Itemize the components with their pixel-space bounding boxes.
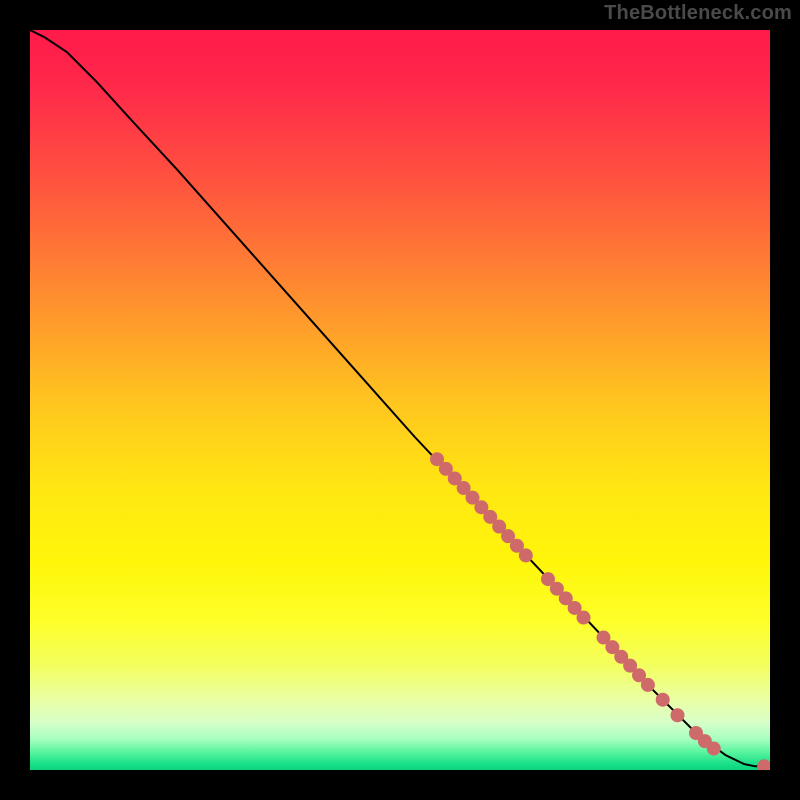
gradient-background	[30, 30, 770, 770]
data-marker	[656, 693, 670, 707]
data-marker	[519, 548, 533, 562]
data-marker	[577, 611, 591, 625]
plot-area	[30, 30, 770, 770]
chart-frame: TheBottleneck.com	[0, 0, 800, 800]
data-marker	[641, 678, 655, 692]
bottleneck-chart	[30, 30, 770, 770]
data-marker	[707, 742, 721, 756]
data-marker	[671, 708, 685, 722]
watermark-text: TheBottleneck.com	[604, 2, 792, 25]
